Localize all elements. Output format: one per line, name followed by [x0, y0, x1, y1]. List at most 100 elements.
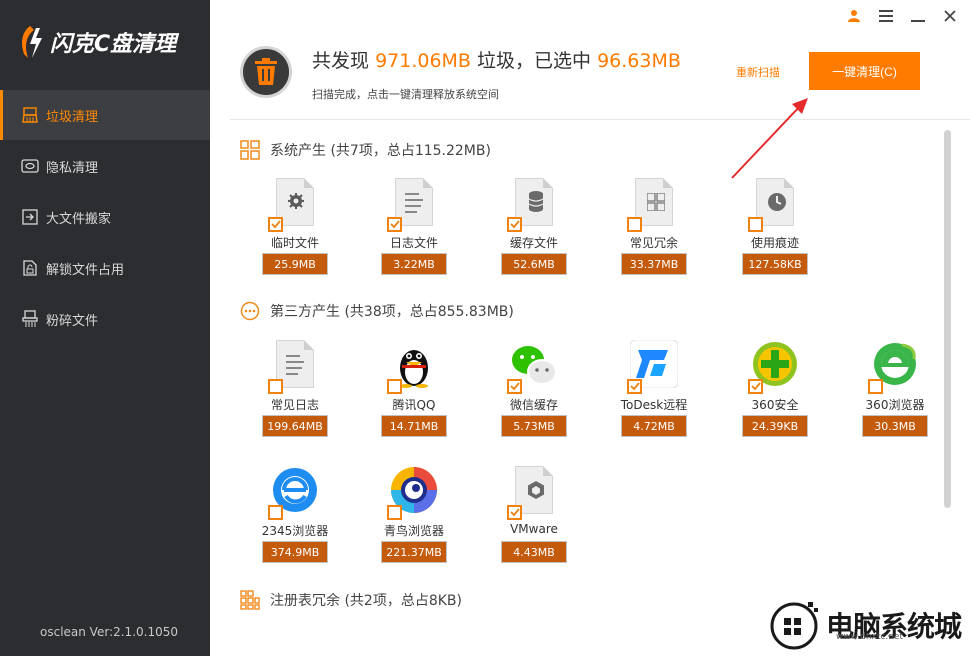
item-tencent-qq[interactable]: 腾讯QQ 14.71MB: [374, 340, 454, 437]
summary-prefix: 共发现: [312, 50, 370, 72]
item-checkbox[interactable]: [748, 379, 763, 394]
app-logo: 闪克C盘清理: [16, 22, 176, 62]
item-name: 微信缓存: [509, 398, 558, 412]
item-size-badge: 199.64MB: [262, 415, 328, 437]
logo-text: 闪克C盘清理: [50, 32, 177, 57]
item-size-badge: 127.58KB: [742, 253, 808, 275]
item-checkbox[interactable]: [387, 217, 402, 232]
sidebar-item-large-file-move[interactable]: 大文件搬家: [0, 192, 210, 242]
user-icon[interactable]: [846, 6, 862, 26]
unlock-file-icon: [20, 259, 40, 277]
scan-subtitle: 扫描完成，点击一键清理释放系统空间: [312, 88, 499, 101]
item-name: 常见冗余: [629, 236, 678, 250]
registry-grid-icon: [240, 590, 260, 610]
section-third-party: 第三方产生 (共38项，总占855.83MB): [240, 301, 514, 321]
clock-file-icon: [748, 178, 800, 232]
item-name: 360安全: [751, 398, 799, 412]
item-size-badge: 30.3MB: [862, 415, 928, 437]
close-icon[interactable]: [942, 6, 958, 26]
item-name: VMware: [510, 522, 558, 536]
selected-size: 96.63MB: [597, 50, 681, 72]
item-checkbox[interactable]: [507, 217, 522, 232]
sidebar-nav: 垃圾清理 隐私清理 大文件搬家 解锁文件占用 粉碎文件: [0, 90, 210, 345]
watermark-url: www.dnxtc.net: [836, 632, 903, 642]
site-watermark: 电脑系统城: [770, 600, 962, 650]
item-name: 使用痕迹: [750, 236, 799, 250]
360-browser-icon: [868, 340, 920, 394]
red-arrow-annotation: [731, 98, 808, 179]
item-name: 临时文件: [270, 236, 319, 250]
item-checkbox[interactable]: [268, 379, 283, 394]
item-checkbox[interactable]: [387, 505, 402, 520]
item-size-badge: 14.71MB: [381, 415, 447, 437]
sidebar-item-unlock-file[interactable]: 解锁文件占用: [0, 243, 210, 293]
item-checkbox[interactable]: [868, 379, 883, 394]
item-name: 青鸟浏览器: [383, 524, 444, 538]
item-name: 常见日志: [270, 398, 319, 412]
item-vmware[interactable]: VMware 4.43MB: [494, 466, 574, 563]
window-controls: [846, 6, 958, 26]
360-safe-icon: [748, 340, 800, 394]
item-360-safe[interactable]: 360安全 24.39KB: [735, 340, 815, 437]
sidebar-item-label: 粉碎文件: [46, 313, 99, 329]
scan-summary: 共发现 971.06MB 垃圾，已选中 96.63MB: [312, 46, 681, 73]
item-usage-traces[interactable]: 使用痕迹 127.58KB: [735, 178, 815, 275]
summary-mid: 垃圾，已选中: [477, 50, 592, 72]
version-label: osclean Ver:2.1.0.1050: [40, 625, 178, 639]
wechat-icon: [507, 340, 559, 394]
item-temp-files[interactable]: 临时文件 25.9MB: [255, 178, 335, 275]
eye-icon: [20, 157, 40, 175]
todesk-icon: [627, 340, 679, 394]
item-cache-files[interactable]: 缓存文件 52.6MB: [494, 178, 574, 275]
item-wechat-cache[interactable]: 微信缓存 5.73MB: [494, 340, 574, 437]
section-title-text: 系统产生 (共7项，总占115.22MB): [270, 143, 491, 159]
shredder-icon: [20, 310, 40, 328]
sidebar-item-label: 解锁文件占用: [46, 262, 125, 278]
item-size-badge: 33.37MB: [621, 253, 687, 275]
minimize-icon[interactable]: [910, 6, 926, 26]
item-qingniao-browser[interactable]: 青鸟浏览器 221.37MB: [374, 466, 454, 563]
item-checkbox[interactable]: [507, 379, 522, 394]
item-name: 腾讯QQ: [392, 398, 436, 412]
app-window: 闪克C盘清理 垃圾清理 隐私清理 大文件搬家 解锁文件占用 粉碎文件 oscle…: [0, 0, 970, 656]
item-log-files[interactable]: 日志文件 3.22MB: [374, 178, 454, 275]
sidebar-item-junk-clean[interactable]: 垃圾清理: [0, 90, 210, 140]
ellipsis-circle-icon: [240, 301, 260, 321]
item-size-badge: 221.37MB: [381, 541, 447, 563]
windows-file-icon: [627, 178, 679, 232]
item-checkbox[interactable]: [268, 217, 283, 232]
item-common-logs[interactable]: 常见日志 199.64MB: [255, 340, 335, 437]
scrollbar-thumb[interactable]: [944, 130, 951, 508]
section-system: 系统产生 (共7项，总占115.22MB): [240, 140, 491, 160]
section-title-text: 注册表冗余 (共2项，总占8KB): [270, 593, 462, 609]
log-file-icon: [387, 178, 439, 232]
vmware-file-icon: [507, 466, 559, 520]
menu-icon[interactable]: [878, 6, 894, 26]
2345-browser-icon: [268, 466, 320, 520]
item-checkbox[interactable]: [268, 505, 283, 520]
section-title-text: 第三方产生 (共38项，总占855.83MB): [270, 304, 514, 320]
item-name: 缓存文件: [509, 236, 558, 250]
item-common-redundant[interactable]: 常见冗余 33.37MB: [614, 178, 694, 275]
item-checkbox[interactable]: [627, 379, 642, 394]
item-todesk-remote[interactable]: ToDesk远程 4.72MB: [614, 340, 694, 437]
item-checkbox[interactable]: [507, 505, 522, 520]
item-name: ToDesk远程: [620, 398, 688, 412]
item-size-badge: 3.22MB: [381, 253, 447, 275]
move-icon: [20, 208, 40, 226]
item-checkbox[interactable]: [748, 217, 763, 232]
item-2345-browser[interactable]: 2345浏览器 374.9MB: [255, 466, 335, 563]
one-click-clean-button[interactable]: 一键清理(C): [809, 52, 920, 90]
item-checkbox[interactable]: [387, 379, 402, 394]
sidebar-item-privacy-clean[interactable]: 隐私清理: [0, 141, 210, 191]
rescan-link[interactable]: 重新扫描: [736, 64, 780, 80]
header-divider: [230, 119, 970, 120]
item-checkbox[interactable]: [627, 217, 642, 232]
found-size: 971.06MB: [375, 50, 471, 72]
sidebar-item-label: 大文件搬家: [46, 211, 112, 227]
trash-status-icon: [240, 46, 292, 98]
item-name: 360浏览器: [865, 398, 925, 412]
item-name: 2345浏览器: [261, 524, 329, 538]
item-360-browser[interactable]: 360浏览器 30.3MB: [855, 340, 935, 437]
sidebar-item-shred-file[interactable]: 粉碎文件: [0, 294, 210, 344]
